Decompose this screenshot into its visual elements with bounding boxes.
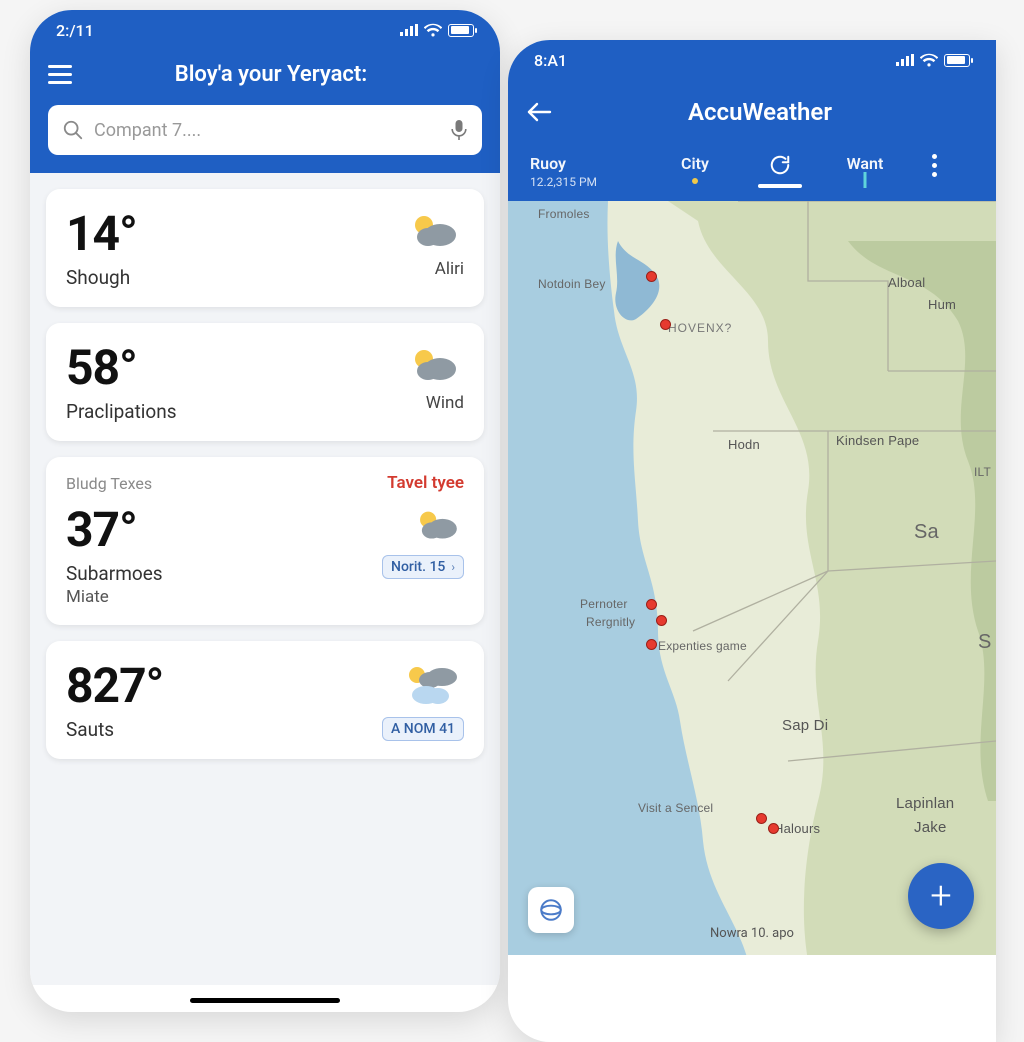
map-marker[interactable]: [756, 813, 767, 824]
header-right: AccuWeather: [508, 80, 996, 136]
card-label: Subarmoes: [66, 562, 163, 585]
partly-cloudy-icon: [406, 345, 464, 387]
weather-card[interactable]: 14° Shough Aliri: [46, 189, 484, 307]
status-time: 2:/11: [56, 21, 94, 40]
temperature: 827°: [66, 657, 163, 714]
mic-icon[interactable]: [450, 119, 468, 141]
search-icon: [62, 119, 84, 141]
app-title-right: AccuWeather: [568, 98, 978, 126]
card-label: Shough: [66, 266, 137, 289]
cloudy-icon: [402, 663, 464, 707]
weather-card[interactable]: 58° Praclipations Wind: [46, 323, 484, 441]
map-label: HOVENX?: [668, 321, 732, 335]
map-label: ILT: [974, 465, 991, 479]
accent-bar-icon: [864, 172, 867, 188]
status-time: 8:A1: [534, 51, 567, 70]
map-label: Sa: [914, 521, 939, 544]
map-marker[interactable]: [646, 639, 657, 650]
map-label: Kindsen Pape: [836, 433, 919, 448]
phone-left: 2:/11 Bloy'a your Yeryact: Compant 7....: [30, 10, 500, 1012]
map-label: Jake: [914, 819, 947, 836]
card-label: Sauts: [66, 718, 163, 741]
app-title-left: Bloy'a your Yeryact:: [90, 62, 482, 87]
map-label: Alboal: [888, 275, 925, 290]
battery-icon: [448, 24, 474, 37]
tab-refresh[interactable]: [750, 154, 810, 188]
battery-icon: [944, 54, 970, 67]
add-fab[interactable]: +: [908, 863, 974, 929]
map-label: Fromoles: [538, 207, 590, 221]
kebab-menu-icon[interactable]: [924, 154, 944, 177]
search-placeholder: Compant 7....: [84, 120, 450, 141]
map-marker[interactable]: [646, 271, 657, 282]
map-label: Notdoin Bey: [538, 277, 606, 291]
temperature: 37°: [66, 501, 163, 558]
back-icon[interactable]: [526, 101, 552, 123]
card-label: Praclipations: [66, 400, 177, 423]
weather-card[interactable]: 827° Sauts A NOM 41: [46, 641, 484, 759]
tab-label: City: [681, 154, 709, 173]
signal-icon: [400, 24, 418, 36]
map-marker[interactable]: [656, 615, 667, 626]
badge-text: A NOM 41: [391, 721, 455, 737]
map-label: Hodn: [728, 437, 760, 452]
plus-icon: +: [930, 874, 951, 918]
menu-icon[interactable]: [48, 65, 72, 84]
map-label: Halours: [774, 821, 820, 836]
layers-icon: [538, 897, 564, 923]
home-indicator: [190, 998, 340, 1003]
map-footer-text: Nowra 10. apo: [710, 926, 794, 941]
card-sublabel: Miate: [66, 587, 163, 607]
card-upper-left: Bludg Texes: [66, 474, 152, 493]
weather-card[interactable]: Bludg Texes Tavel tyee 37° Subarmoes Mia…: [46, 457, 484, 625]
chevron-right-icon: ›: [451, 560, 455, 574]
accent-dot-icon: [692, 178, 698, 184]
temperature: 58°: [66, 339, 177, 396]
tab-city[interactable]: City: [650, 154, 740, 173]
tab-indicator: [758, 184, 802, 188]
map-label: Visit a Sencel: [638, 801, 713, 815]
map-label: Hum: [928, 297, 956, 312]
map-label: Expenties game: [658, 639, 747, 653]
map-label: Rergnitly: [586, 615, 635, 629]
tab-ruby[interactable]: Ruoy 12.2,315 PM: [530, 154, 640, 189]
map-terrain: [508, 201, 996, 955]
map-marker[interactable]: [768, 823, 779, 834]
phone-right: 8:A1 AccuWeather Ruoy 12.2,315 PM: [508, 40, 996, 1042]
status-icons: [896, 53, 970, 67]
tab-label: Ruoy: [530, 154, 566, 173]
weather-map[interactable]: Fromoles Notdoin Bey HOVENX? Alboal Hum …: [508, 201, 996, 955]
wifi-icon: [920, 53, 938, 67]
map-layers-button[interactable]: [528, 887, 574, 933]
tabs: Ruoy 12.2,315 PM City Want: [508, 136, 996, 201]
tab-sublabel: 12.2,315 PM: [530, 175, 597, 189]
status-bar-right: 8:A1: [508, 40, 996, 80]
map-marker[interactable]: [646, 599, 657, 610]
search-input[interactable]: Compant 7....: [48, 105, 482, 155]
icon-caption: Wind: [426, 393, 464, 413]
partly-cloudy-icon: [412, 507, 464, 545]
map-label: Lapinlan: [896, 795, 954, 812]
partly-cloudy-icon: [406, 211, 464, 253]
signal-icon: [896, 54, 914, 66]
header-left: Bloy'a your Yeryact: Compant 7....: [30, 50, 500, 173]
card-alert-label: Tavel tyee: [387, 473, 464, 493]
map-label: Sap Di: [782, 717, 828, 734]
badge-text: Norit. 15: [391, 559, 445, 575]
tab-label: Want: [847, 154, 884, 173]
weather-list[interactable]: 14° Shough Aliri 58° Praclipations: [30, 173, 500, 985]
status-icons: [400, 23, 474, 37]
map-label: S: [978, 631, 992, 654]
refresh-icon: [769, 154, 791, 176]
temperature: 14°: [66, 205, 137, 262]
icon-caption: Aliri: [435, 259, 464, 279]
tab-want[interactable]: Want: [820, 154, 910, 173]
wifi-icon: [424, 23, 442, 37]
status-bar-left: 2:/11: [30, 10, 500, 50]
map-label: Pernoter: [580, 597, 628, 611]
map-marker[interactable]: [660, 319, 671, 330]
detail-badge[interactable]: Norit. 15 ›: [382, 555, 464, 579]
detail-badge[interactable]: A NOM 41: [382, 717, 464, 741]
